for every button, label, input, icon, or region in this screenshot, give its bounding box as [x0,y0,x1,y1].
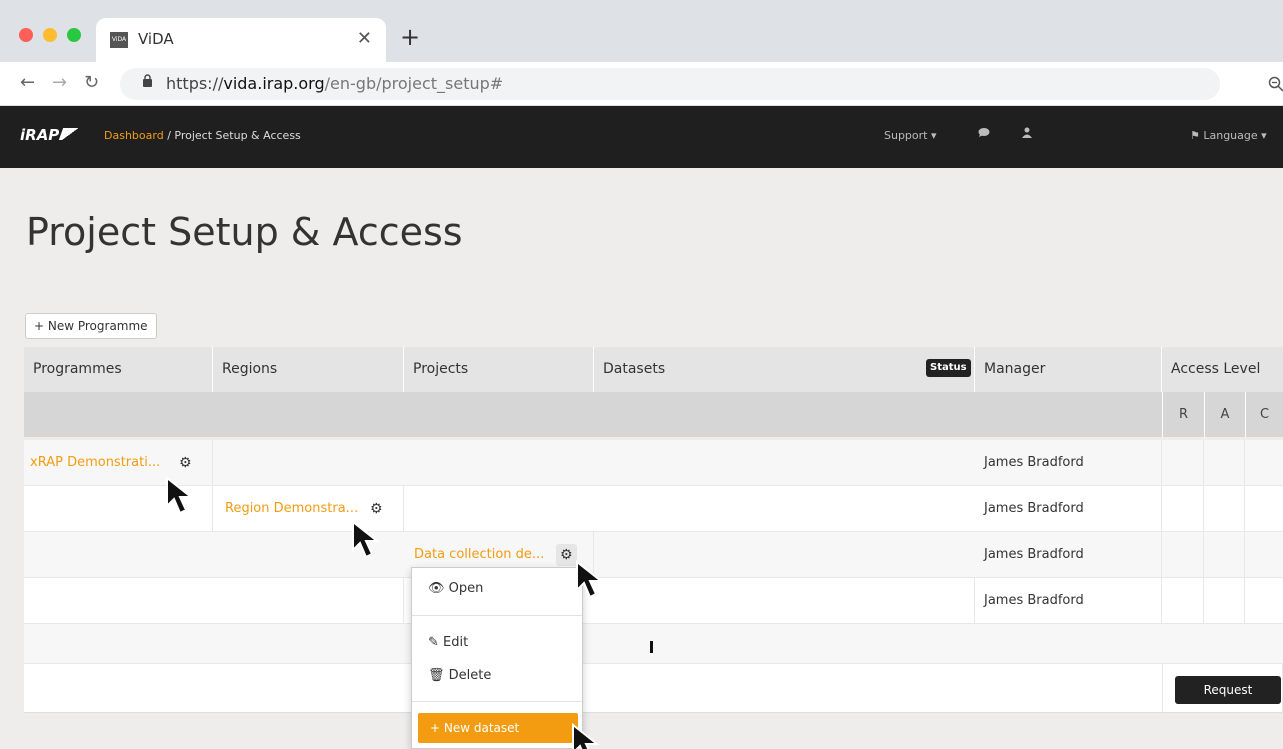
access-r-cell[interactable] [1162,440,1204,486]
new-dataset-button[interactable]: + New dataset [418,713,578,743]
region-link[interactable]: Region Demonstra... [225,486,358,532]
new-tab-icon[interactable]: + [400,23,420,51]
breadcrumb-current: Project Setup & Access [174,129,301,142]
access-r-cell[interactable] [1162,486,1204,532]
dropdown-delete-label: Delete [448,668,492,683]
reload-icon[interactable]: ↻ [84,72,99,93]
maximize-window-button[interactable] [67,28,81,42]
programme-link[interactable]: xRAP Demonstrati... [30,440,160,486]
dropdown-open-item[interactable]: 👁 Open [412,575,582,603]
text-cursor [650,641,653,653]
address-bar[interactable]: https://vida.irap.org/en-gb/project_setu… [120,68,1283,100]
breadcrumb: Dashboard / Project Setup & Access [104,129,301,142]
logo-text: iRAP [20,126,60,144]
table-row: Region Demonstra... ⚙ James Bradford [24,486,1283,532]
logo-mark-icon [59,128,86,140]
close-tab-icon[interactable]: ✕ [357,28,372,49]
manager-cell: James Bradford [975,486,1162,532]
breadcrumb-separator: / [167,129,171,142]
dropdown-edit-label: Edit [443,635,469,650]
forward-arrow-icon[interactable]: → [52,72,67,93]
trash-icon: 🗑 [428,668,449,683]
irap-logo[interactable]: iRAP [20,126,86,144]
pencil-icon: ✎ [428,635,444,650]
new-programme-button[interactable]: + New Programme [25,313,157,339]
dropdown-divider [412,701,582,702]
project-actions-dropdown: 👁 Open ✎ Edit 🗑 Delete + New dataset [411,567,583,749]
dropdown-delete-item[interactable]: 🗑 Delete [412,662,582,690]
user-icon[interactable] [1022,127,1032,141]
browser-tab-bar: ViDA ViDA ✕ + [0,0,1283,62]
language-label: Language ▾ [1203,129,1267,142]
dropdown-divider [412,615,582,616]
access-a-cell[interactable] [1204,486,1245,532]
url-text: https://vida.irap.org/en-gb/project_setu… [166,74,503,93]
table-header-row: Programmes Regions Projects Datasets Sta… [24,347,1283,392]
header-manager: Manager [975,347,1162,392]
tab-title: ViDA [138,30,174,48]
chat-icon[interactable] [978,127,990,141]
programmes-table: Programmes Regions Projects Datasets Sta… [24,347,1283,713]
eye-icon: 👁 [428,581,449,596]
access-a-cell[interactable] [1204,532,1245,578]
url-scheme: https:// [166,74,224,93]
request-button[interactable]: Request [1175,676,1281,704]
table-row: Data collection de... ⚙ James Bradford [24,532,1283,578]
dataset-cell [594,578,975,624]
flag-icon: ⚑ [1190,129,1204,142]
lock-icon [142,74,153,91]
mouse-pointer-icon [572,723,600,749]
mouse-pointer-icon [166,476,194,515]
access-col-c: C [1245,392,1283,437]
browser-tab[interactable]: ViDA ViDA ✕ [96,18,386,62]
access-a-cell[interactable] [1204,440,1245,486]
manager-cell: James Bradford [975,532,1162,578]
url-host: vida.irap.org [223,74,325,93]
language-menu[interactable]: ⚑ Language ▾ [1190,129,1267,142]
header-regions: Regions [213,347,404,392]
header-projects: Projects [404,347,594,392]
support-menu[interactable]: Support ▾ [884,129,937,142]
empty-cell [24,578,404,624]
header-access-level: Access Level [1171,361,1261,377]
access-r-cell[interactable] [1162,532,1204,578]
table-row: James Bradford [24,578,1283,624]
table-subheader-row: R A C [24,392,1283,437]
manager-cell: James Bradford [975,440,1162,486]
page-title: Project Setup & Access [26,210,463,254]
dropdown-open-label: Open [448,581,484,596]
favicon-icon: ViDA [110,32,128,48]
browser-toolbar: ← → ↻ https://vida.irap.org/en-gb/projec… [0,62,1283,106]
manager-cell: James Bradford [975,578,1162,624]
minimize-window-button[interactable] [43,28,57,42]
app-navbar: iRAP Dashboard / Project Setup & Access … [0,106,1283,168]
access-col-a: A [1204,392,1245,437]
breadcrumb-dashboard-link[interactable]: Dashboard [104,129,164,142]
table-row: xRAP Demonstrati... ⚙ James Bradford [24,440,1283,486]
dropdown-edit-item[interactable]: ✎ Edit [412,629,582,657]
status-badge: Status [926,359,971,377]
header-datasets: Datasets [594,347,975,392]
access-col-r: R [1162,392,1204,437]
close-window-button[interactable] [19,28,33,42]
mouse-pointer-icon [352,520,380,559]
access-r-cell[interactable] [1162,578,1204,624]
table-row [24,624,1283,664]
access-a-cell[interactable] [1204,578,1245,624]
back-arrow-icon[interactable]: ← [20,72,35,93]
url-path: /en-gb/project_setup# [324,74,504,93]
zoom-icon[interactable] [1268,76,1283,96]
header-programmes: Programmes [24,347,213,392]
table-footer-row [24,664,1283,713]
mouse-pointer-icon [576,560,604,599]
